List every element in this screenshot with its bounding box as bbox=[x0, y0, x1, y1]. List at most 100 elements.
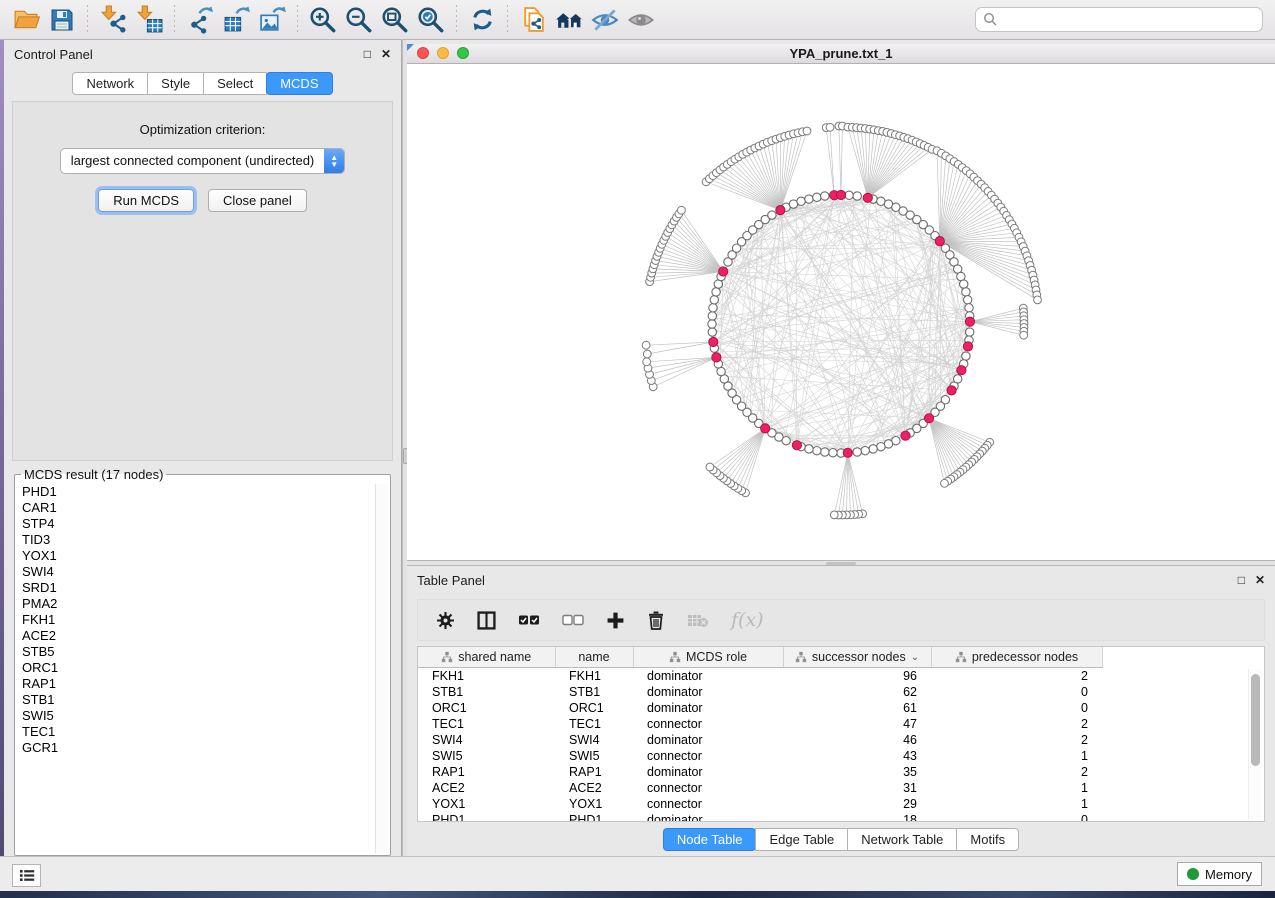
table-scrollbar-thumb[interactable] bbox=[1251, 674, 1260, 766]
optimization-criterion-select[interactable]: largest connected component (undirected)… bbox=[60, 148, 346, 174]
close-panel-icon[interactable]: ✕ bbox=[381, 48, 391, 60]
network-canvas[interactable] bbox=[407, 64, 1275, 561]
table-cell: SWI4 bbox=[418, 732, 555, 748]
zoom-selected-icon[interactable] bbox=[413, 3, 449, 37]
horizontal-splitter-handle[interactable] bbox=[826, 562, 856, 565]
minimize-window-icon[interactable] bbox=[437, 47, 449, 59]
export-image-icon[interactable] bbox=[254, 3, 290, 37]
import-network-icon[interactable] bbox=[95, 3, 131, 37]
export-table-icon[interactable] bbox=[218, 3, 254, 37]
save-session-icon[interactable] bbox=[44, 3, 80, 37]
open-session-icon[interactable] bbox=[8, 3, 44, 37]
mcds-list-scrollbar[interactable] bbox=[375, 484, 388, 853]
table-settings-icon[interactable] bbox=[436, 611, 455, 630]
mcds-result-item[interactable]: YOX1 bbox=[17, 548, 388, 564]
table-row[interactable]: ORC1ORC1dominator610 bbox=[418, 700, 1102, 716]
refresh-layout-icon[interactable] bbox=[464, 3, 500, 37]
control-panel-tabs: NetworkStyleSelectMCDS bbox=[4, 72, 401, 95]
mcds-result-item[interactable]: SWI5 bbox=[17, 708, 388, 724]
memory-button[interactable]: Memory bbox=[1177, 862, 1262, 886]
table-cell: 1 bbox=[931, 796, 1102, 812]
tab-network-table[interactable]: Network Table bbox=[847, 828, 957, 851]
table-row[interactable]: YOX1YOX1connector291 bbox=[418, 796, 1102, 812]
mcds-result-item[interactable]: PMA2 bbox=[17, 596, 388, 612]
table-row[interactable]: STB1STB1dominator620 bbox=[418, 684, 1102, 700]
close-panel-button[interactable]: Close panel bbox=[208, 189, 307, 212]
control-panel: Control Panel □ ✕ NetworkStyleSelectMCDS… bbox=[4, 40, 402, 856]
tab-style[interactable]: Style bbox=[147, 72, 204, 95]
export-network-icon[interactable] bbox=[182, 3, 218, 37]
mcds-result-item[interactable]: TID3 bbox=[17, 532, 388, 548]
mcds-result-item[interactable]: STB5 bbox=[17, 644, 388, 660]
column-header-MCDS-role[interactable]: MCDS role bbox=[633, 647, 783, 668]
close-table-panel-icon[interactable]: ✕ bbox=[1255, 574, 1265, 586]
run-mcds-button[interactable]: Run MCDS bbox=[98, 189, 194, 212]
mcds-result-item[interactable]: FKH1 bbox=[17, 612, 388, 628]
column-header-predecessor-nodes[interactable]: predecessor nodes bbox=[931, 647, 1102, 668]
mcds-result-item[interactable]: CAR1 bbox=[17, 500, 388, 516]
mcds-result-list[interactable]: PHD1CAR1STP4TID3YOX1SWI4SRD1PMA2FKH1ACE2… bbox=[17, 484, 388, 853]
sort-indicator-icon: ⌄ bbox=[911, 652, 919, 663]
mcds-result-item[interactable]: ORC1 bbox=[17, 660, 388, 676]
search-input[interactable] bbox=[975, 7, 1263, 32]
deselect-all-icon[interactable] bbox=[562, 613, 584, 627]
zoom-out-icon[interactable] bbox=[341, 3, 377, 37]
tab-node-table[interactable]: Node Table bbox=[663, 828, 757, 851]
task-history-button[interactable] bbox=[12, 864, 41, 887]
mcds-result-item[interactable]: STP4 bbox=[17, 516, 388, 532]
attribute-icon bbox=[795, 651, 807, 663]
float-table-panel-icon[interactable]: □ bbox=[1238, 574, 1245, 586]
mcds-result-item[interactable]: STB1 bbox=[17, 692, 388, 708]
float-panel-icon[interactable]: □ bbox=[364, 48, 371, 60]
delete-row-icon[interactable] bbox=[647, 611, 665, 630]
table-cell: connector bbox=[633, 716, 783, 732]
table-row[interactable]: SWI4SWI4dominator462 bbox=[418, 732, 1102, 748]
table-cell: SWI5 bbox=[555, 748, 633, 764]
show-all-icon[interactable] bbox=[623, 3, 659, 37]
tab-motifs[interactable]: Motifs bbox=[956, 828, 1019, 851]
first-neighbors-icon[interactable] bbox=[551, 3, 587, 37]
select-all-icon[interactable] bbox=[518, 613, 540, 627]
mcds-result-groupbox: MCDS result (17 nodes) PHD1CAR1STP4TID3Y… bbox=[14, 467, 391, 856]
hide-selected-icon[interactable] bbox=[587, 3, 623, 37]
tab-network[interactable]: Network bbox=[72, 72, 148, 95]
add-row-icon[interactable] bbox=[606, 611, 625, 630]
tab-select[interactable]: Select bbox=[203, 72, 267, 95]
mcds-result-item[interactable]: ACE2 bbox=[17, 628, 388, 644]
table-cell: SWI5 bbox=[418, 748, 555, 764]
table-scrollbar[interactable] bbox=[1248, 669, 1262, 819]
column-header-successor-nodes[interactable]: successor nodes⌄ bbox=[783, 647, 931, 668]
column-header-shared-name[interactable]: shared name bbox=[418, 647, 555, 668]
import-table-icon[interactable] bbox=[131, 3, 167, 37]
table-row[interactable]: ACE2ACE2connector311 bbox=[418, 780, 1102, 796]
table-cell: PHD1 bbox=[555, 812, 633, 822]
mcds-result-item[interactable]: SRD1 bbox=[17, 580, 388, 596]
table-row[interactable]: PHD1PHD1dominator180 bbox=[418, 812, 1102, 822]
mcds-result-item[interactable]: TEC1 bbox=[17, 724, 388, 740]
table-row[interactable]: TEC1TEC1connector472 bbox=[418, 716, 1102, 732]
maximize-window-icon[interactable] bbox=[457, 47, 469, 59]
node-table-container: shared namenameMCDS rolesuccessor nodes⌄… bbox=[417, 646, 1265, 822]
network-window-titlebar[interactable]: YPA_prune.txt_1 bbox=[407, 44, 1275, 64]
column-view-icon[interactable] bbox=[477, 611, 496, 630]
control-panel-title: Control Panel bbox=[14, 47, 93, 62]
mcds-result-item[interactable]: RAP1 bbox=[17, 676, 388, 692]
column-header-name[interactable]: name bbox=[555, 647, 633, 668]
active-frame-corner bbox=[407, 44, 414, 51]
zoom-fit-icon[interactable] bbox=[377, 3, 413, 37]
mcds-result-item[interactable]: PHD1 bbox=[17, 484, 388, 500]
clone-network-icon[interactable] bbox=[515, 3, 551, 37]
table-cell: 0 bbox=[931, 812, 1102, 822]
table-row[interactable]: SWI5SWI5connector431 bbox=[418, 748, 1102, 764]
mcds-result-item[interactable]: SWI4 bbox=[17, 564, 388, 580]
mcds-result-item[interactable]: GCR1 bbox=[17, 740, 388, 756]
table-cell: ACE2 bbox=[418, 780, 555, 796]
zoom-in-icon[interactable] bbox=[305, 3, 341, 37]
table-cell: 2 bbox=[931, 764, 1102, 780]
tab-edge-table[interactable]: Edge Table bbox=[755, 828, 848, 851]
tab-mcds[interactable]: MCDS bbox=[266, 72, 332, 95]
close-window-icon[interactable] bbox=[417, 47, 429, 59]
table-row[interactable]: FKH1FKH1dominator962 bbox=[418, 668, 1102, 685]
table-panel-titlebar: Table Panel □ ✕ bbox=[407, 566, 1275, 592]
table-row[interactable]: RAP1RAP1dominator352 bbox=[418, 764, 1102, 780]
